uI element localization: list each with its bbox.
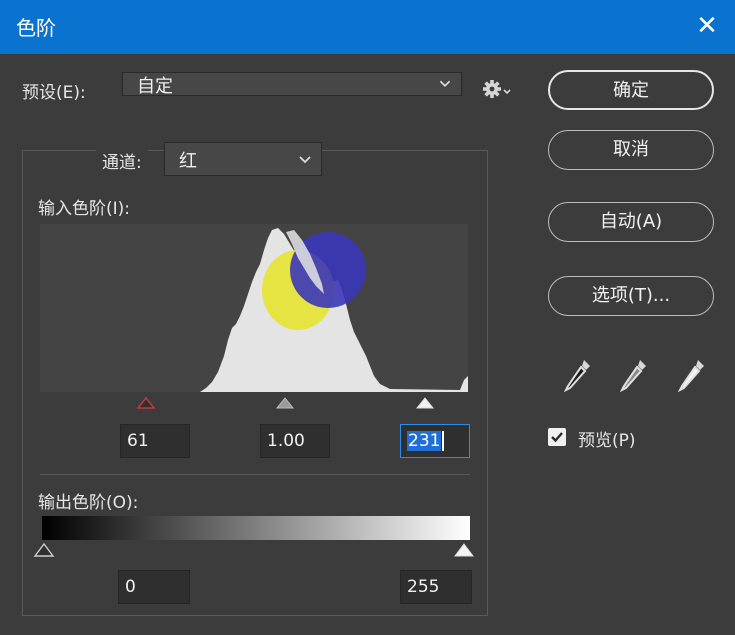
shadow-input[interactable]: 61 bbox=[120, 424, 190, 458]
histogram bbox=[40, 224, 468, 392]
preset-value: 自定 bbox=[137, 76, 173, 97]
channel-label: 通道: bbox=[96, 148, 148, 173]
title-bar: 色阶 ✕ bbox=[0, 0, 735, 54]
output-low-input[interactable]: 0 bbox=[118, 570, 190, 604]
close-icon[interactable]: ✕ bbox=[689, 8, 725, 44]
preview-checkbox[interactable] bbox=[548, 428, 566, 446]
highlight-value: 231 bbox=[407, 431, 442, 451]
checkmark-icon bbox=[551, 432, 563, 443]
output-gradient bbox=[42, 516, 470, 540]
divider bbox=[40, 474, 470, 475]
auto-button[interactable]: 自动(A) bbox=[548, 202, 714, 242]
chevron-down-icon bbox=[439, 80, 451, 88]
midtone-slider[interactable] bbox=[273, 396, 297, 412]
output-levels-label: 输出色阶(O): bbox=[38, 493, 139, 513]
preview-label: 预览(P) bbox=[578, 431, 636, 451]
preset-label: 预设(E): bbox=[22, 83, 86, 103]
cancel-button[interactable]: 取消 bbox=[548, 130, 714, 170]
output-low-slider[interactable] bbox=[32, 542, 56, 560]
white-point-eyedropper-icon[interactable] bbox=[674, 356, 708, 396]
preset-select[interactable]: 自定 bbox=[122, 72, 462, 97]
gray-point-eyedropper-icon[interactable] bbox=[616, 356, 650, 396]
output-high-input[interactable]: 255 bbox=[400, 570, 472, 604]
midtone-input[interactable]: 1.00 bbox=[260, 424, 330, 458]
gear-icon[interactable] bbox=[482, 78, 512, 102]
text-caret bbox=[442, 431, 445, 451]
options-button[interactable]: 选项(T)... bbox=[548, 276, 714, 316]
shadow-slider[interactable] bbox=[134, 396, 158, 412]
highlight-slider[interactable] bbox=[413, 396, 437, 412]
chevron-down-icon bbox=[299, 156, 311, 164]
dialog-title: 色阶 bbox=[16, 16, 56, 40]
highlight-input[interactable]: 231 bbox=[400, 424, 470, 458]
input-levels-label: 输入色阶(I): bbox=[38, 199, 131, 219]
output-high-slider[interactable] bbox=[452, 542, 476, 560]
ok-button[interactable]: 确定 bbox=[548, 70, 714, 110]
channel-value: 红 bbox=[179, 151, 197, 172]
black-point-eyedropper-icon[interactable] bbox=[560, 356, 594, 396]
channel-select[interactable]: 红 bbox=[164, 142, 322, 176]
